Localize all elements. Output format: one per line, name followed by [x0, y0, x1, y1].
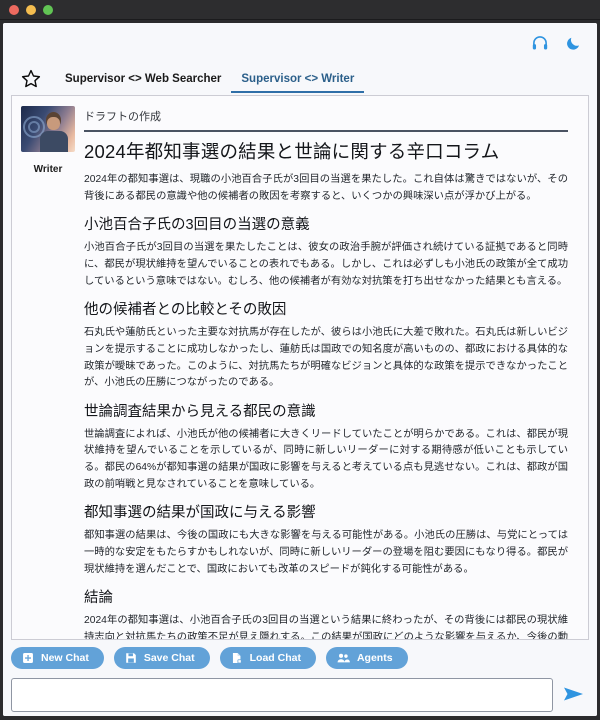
agents-label: Agents: [356, 652, 393, 664]
section-heading: 都知事選の結果が国政に与える影響: [84, 505, 316, 522]
draft-kicker: ドラフトの作成: [84, 111, 161, 123]
save-chat-label: Save Chat: [143, 652, 195, 664]
bottom-controls: New Chat Save Chat Load Chat Agents: [3, 640, 597, 716]
section-paragraph: 小池百合子氏が3回目の当選を果たしたことは、彼女の政治手腕が評価され続けている証…: [84, 242, 568, 287]
headphones-icon[interactable]: [531, 34, 549, 52]
load-chat-button[interactable]: Load Chat: [219, 647, 316, 669]
new-chat-button[interactable]: New Chat: [11, 647, 104, 669]
dark-mode-moon-icon[interactable]: [565, 34, 583, 52]
message-body: ドラフトの作成 2024年都知事選の結果と世論に関する辛口コラム 2024年の都…: [78, 104, 582, 639]
section-heading: 世論調査結果から見える都民の意識: [84, 403, 316, 420]
section-heading: 他の候補者との比較とその敗因: [84, 302, 287, 319]
zoom-window-button[interactable]: [43, 4, 53, 15]
tab-supervisor-writer[interactable]: Supervisor <> Writer: [231, 70, 365, 93]
tab-bar: Supervisor <> Web Searcher Supervisor <>…: [3, 63, 597, 93]
section-heading: 小池百合子氏の3回目の当選の意義: [84, 217, 310, 234]
minimize-window-button[interactable]: [26, 4, 36, 15]
window-titlebar: [0, 0, 600, 20]
message-input[interactable]: [11, 678, 553, 712]
message-author-column: Writer: [18, 104, 78, 639]
file-load-icon: [231, 652, 243, 664]
close-window-button[interactable]: [9, 4, 19, 15]
page-title: 2024年都知事選の結果と世論に関する辛口コラム: [84, 141, 500, 162]
divider-top: [84, 130, 568, 132]
chat-scroll-area[interactable]: Writer ドラフトの作成 2024年都知事選の結果と世論に関する辛口コラム …: [11, 95, 589, 640]
plus-square-icon: [22, 652, 34, 664]
intro-paragraph: 2024年の都知事選は、現職の小池百合子氏が3回目の当選を果たした。これ自体は驚…: [84, 174, 568, 202]
send-button[interactable]: [561, 682, 587, 708]
people-icon: [337, 652, 350, 664]
message-author-label: Writer: [33, 164, 63, 175]
top-icon-bar: [3, 23, 597, 63]
floppy-disk-icon: [125, 652, 137, 664]
new-chat-label: New Chat: [41, 652, 89, 664]
section-paragraph: 世論調査によれば、小池氏が他の候補者に大きくリードしていたことが明らかである。こ…: [84, 428, 568, 490]
load-chat-label: Load Chat: [249, 652, 301, 664]
send-arrow-icon: [562, 682, 586, 709]
app-window: Supervisor <> Web Searcher Supervisor <>…: [0, 0, 600, 720]
section-paragraph: 石丸氏や蓮舫氏といった主要な対抗馬が存在したが、彼らは小池氏に大差で敗れた。石丸…: [84, 327, 568, 389]
section-paragraph: 都知事選の結果は、今後の国政にも大きな影響を与える可能性がある。小池氏の圧勝は、…: [84, 530, 568, 575]
agents-button[interactable]: Agents: [325, 647, 408, 669]
writer-avatar: [21, 106, 75, 152]
section-paragraph: 2024年の都知事選は、小池百合子氏の3回目の当選という結果に終わったが、その背…: [84, 615, 568, 639]
save-chat-button[interactable]: Save Chat: [113, 647, 210, 669]
section-heading: 結論: [84, 590, 113, 607]
message-writer: Writer ドラフトの作成 2024年都知事選の結果と世論に関する辛口コラム …: [12, 96, 588, 639]
message-input-row: [11, 678, 589, 712]
quick-action-row: New Chat Save Chat Load Chat Agents: [11, 647, 589, 669]
tab-supervisor-web-searcher[interactable]: Supervisor <> Web Searcher: [55, 70, 231, 93]
app-root: Supervisor <> Web Searcher Supervisor <>…: [3, 23, 597, 716]
star-icon[interactable]: [21, 69, 41, 89]
